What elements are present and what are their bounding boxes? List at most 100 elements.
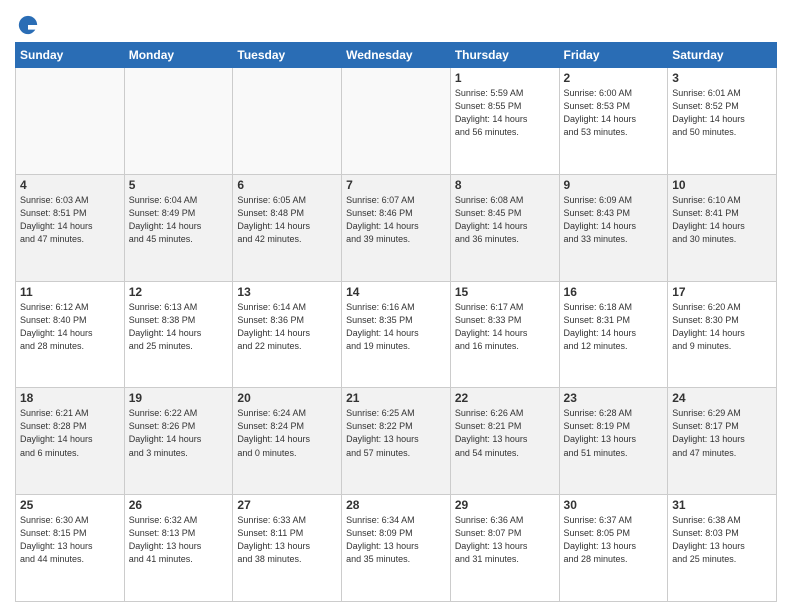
col-header-saturday: Saturday bbox=[668, 43, 777, 68]
day-number: 26 bbox=[129, 498, 229, 512]
day-info: Sunrise: 6:36 AMSunset: 8:07 PMDaylight:… bbox=[455, 514, 555, 566]
day-info: Sunrise: 6:21 AMSunset: 8:28 PMDaylight:… bbox=[20, 407, 120, 459]
calendar-cell: 29 Sunrise: 6:36 AMSunset: 8:07 PMDayligh… bbox=[450, 495, 559, 602]
day-number: 3 bbox=[672, 71, 772, 85]
day-number: 31 bbox=[672, 498, 772, 512]
day-number: 13 bbox=[237, 285, 337, 299]
logo-icon bbox=[17, 14, 39, 36]
calendar-cell: 12Sunrise: 6:13 AMSunset: 8:38 PMDayligh… bbox=[124, 281, 233, 388]
calendar-cell: 17 Sunrise: 6:20 AMSunset: 8:30 PMDayligh… bbox=[668, 281, 777, 388]
calendar-cell: 7 Sunrise: 6:07 AMSunset: 8:46 PMDaylight… bbox=[342, 174, 451, 281]
day-number: 17 bbox=[672, 285, 772, 299]
calendar-cell: 26 Sunrise: 6:32 AMSunset: 8:13 PMDayligh… bbox=[124, 495, 233, 602]
calendar-cell: 30Sunrise: 6:37 AMSunset: 8:05 PMDayligh… bbox=[559, 495, 668, 602]
day-number: 9 bbox=[564, 178, 664, 192]
calendar-cell: 16 Sunrise: 6:18 AMSunset: 8:31 PMDayligh… bbox=[559, 281, 668, 388]
day-info: Sunrise: 6:09 AMSunset: 8:43 PMDaylight:… bbox=[564, 194, 664, 246]
day-number: 10 bbox=[672, 178, 772, 192]
calendar-cell: 5 Sunrise: 6:04 AMSunset: 8:49 PMDaylight… bbox=[124, 174, 233, 281]
calendar-cell bbox=[16, 68, 125, 175]
col-header-sunday: Sunday bbox=[16, 43, 125, 68]
day-number: 22 bbox=[455, 391, 555, 405]
day-number: 15 bbox=[455, 285, 555, 299]
day-info: Sunrise: 6:03 AMSunset: 8:51 PMDaylight:… bbox=[20, 194, 120, 246]
day-info: Sunrise: 6:16 AMSunset: 8:35 PMDaylight:… bbox=[346, 301, 446, 353]
calendar-cell: 14 Sunrise: 6:16 AMSunset: 8:35 PMDayligh… bbox=[342, 281, 451, 388]
calendar-cell: 28 Sunrise: 6:34 AMSunset: 8:09 PMDayligh… bbox=[342, 495, 451, 602]
calendar-cell: 19 Sunrise: 6:22 AMSunset: 8:26 PMDayligh… bbox=[124, 388, 233, 495]
calendar-cell: 22 Sunrise: 6:26 AMSunset: 8:21 PMDayligh… bbox=[450, 388, 559, 495]
day-number: 14 bbox=[346, 285, 446, 299]
day-info: Sunrise: 6:38 AMSunset: 8:03 PMDaylight:… bbox=[672, 514, 772, 566]
calendar-cell: 31 Sunrise: 6:38 AMSunset: 8:03 PMDayligh… bbox=[668, 495, 777, 602]
day-info: Sunrise: 6:24 AMSunset: 8:24 PMDaylight:… bbox=[237, 407, 337, 459]
day-number: 8 bbox=[455, 178, 555, 192]
day-info: Sunrise: 6:33 AMSunset: 8:11 PMDaylight:… bbox=[237, 514, 337, 566]
calendar-cell: 10 Sunrise: 6:10 AMSunset: 8:41 PMDayligh… bbox=[668, 174, 777, 281]
calendar-cell bbox=[233, 68, 342, 175]
day-number: 6 bbox=[237, 178, 337, 192]
day-number: 27 bbox=[237, 498, 337, 512]
day-info: Sunrise: 6:25 AMSunset: 8:22 PMDaylight:… bbox=[346, 407, 446, 459]
calendar-cell: 27 Sunrise: 6:33 AMSunset: 8:11 PMDayligh… bbox=[233, 495, 342, 602]
col-header-thursday: Thursday bbox=[450, 43, 559, 68]
day-number: 25 bbox=[20, 498, 120, 512]
logo bbox=[15, 14, 39, 36]
calendar-cell: 11Sunrise: 6:12 AMSunset: 8:40 PMDayligh… bbox=[16, 281, 125, 388]
calendar-week-row: 1Sunrise: 5:59 AMSunset: 8:55 PMDaylight… bbox=[16, 68, 777, 175]
day-number: 30 bbox=[564, 498, 664, 512]
day-number: 4 bbox=[20, 178, 120, 192]
day-number: 16 bbox=[564, 285, 664, 299]
day-info: Sunrise: 6:04 AMSunset: 8:49 PMDaylight:… bbox=[129, 194, 229, 246]
day-number: 1 bbox=[455, 71, 555, 85]
day-number: 29 bbox=[455, 498, 555, 512]
day-info: Sunrise: 6:34 AMSunset: 8:09 PMDaylight:… bbox=[346, 514, 446, 566]
day-number: 28 bbox=[346, 498, 446, 512]
day-number: 21 bbox=[346, 391, 446, 405]
col-header-wednesday: Wednesday bbox=[342, 43, 451, 68]
day-info: Sunrise: 6:05 AMSunset: 8:48 PMDaylight:… bbox=[237, 194, 337, 246]
calendar-cell bbox=[124, 68, 233, 175]
day-info: Sunrise: 6:12 AMSunset: 8:40 PMDaylight:… bbox=[20, 301, 120, 353]
day-info: Sunrise: 6:18 AMSunset: 8:31 PMDaylight:… bbox=[564, 301, 664, 353]
day-number: 2 bbox=[564, 71, 664, 85]
col-header-monday: Monday bbox=[124, 43, 233, 68]
day-info: Sunrise: 6:14 AMSunset: 8:36 PMDaylight:… bbox=[237, 301, 337, 353]
day-number: 18 bbox=[20, 391, 120, 405]
calendar-cell: 15Sunrise: 6:17 AMSunset: 8:33 PMDayligh… bbox=[450, 281, 559, 388]
day-info: Sunrise: 6:00 AMSunset: 8:53 PMDaylight:… bbox=[564, 87, 664, 139]
calendar-header-row: SundayMondayTuesdayWednesdayThursdayFrid… bbox=[16, 43, 777, 68]
day-info: Sunrise: 6:28 AMSunset: 8:19 PMDaylight:… bbox=[564, 407, 664, 459]
day-info: Sunrise: 6:08 AMSunset: 8:45 PMDaylight:… bbox=[455, 194, 555, 246]
day-number: 5 bbox=[129, 178, 229, 192]
calendar-week-row: 4 Sunrise: 6:03 AMSunset: 8:51 PMDaylight… bbox=[16, 174, 777, 281]
day-info: Sunrise: 6:32 AMSunset: 8:13 PMDaylight:… bbox=[129, 514, 229, 566]
calendar-week-row: 11Sunrise: 6:12 AMSunset: 8:40 PMDayligh… bbox=[16, 281, 777, 388]
calendar-cell: 13 Sunrise: 6:14 AMSunset: 8:36 PMDayligh… bbox=[233, 281, 342, 388]
calendar-cell: 23 Sunrise: 6:28 AMSunset: 8:19 PMDayligh… bbox=[559, 388, 668, 495]
calendar-table: SundayMondayTuesdayWednesdayThursdayFrid… bbox=[15, 42, 777, 602]
calendar-week-row: 25Sunrise: 6:30 AMSunset: 8:15 PMDayligh… bbox=[16, 495, 777, 602]
calendar-cell: 25Sunrise: 6:30 AMSunset: 8:15 PMDayligh… bbox=[16, 495, 125, 602]
day-number: 7 bbox=[346, 178, 446, 192]
day-info: Sunrise: 6:26 AMSunset: 8:21 PMDaylight:… bbox=[455, 407, 555, 459]
day-number: 23 bbox=[564, 391, 664, 405]
calendar-cell: 9 Sunrise: 6:09 AMSunset: 8:43 PMDaylight… bbox=[559, 174, 668, 281]
day-number: 24 bbox=[672, 391, 772, 405]
calendar-cell: 2 Sunrise: 6:00 AMSunset: 8:53 PMDaylight… bbox=[559, 68, 668, 175]
day-info: Sunrise: 6:07 AMSunset: 8:46 PMDaylight:… bbox=[346, 194, 446, 246]
day-info: Sunrise: 6:20 AMSunset: 8:30 PMDaylight:… bbox=[672, 301, 772, 353]
day-info: Sunrise: 6:29 AMSunset: 8:17 PMDaylight:… bbox=[672, 407, 772, 459]
day-number: 19 bbox=[129, 391, 229, 405]
day-info: Sunrise: 6:10 AMSunset: 8:41 PMDaylight:… bbox=[672, 194, 772, 246]
calendar-cell: 8 Sunrise: 6:08 AMSunset: 8:45 PMDaylight… bbox=[450, 174, 559, 281]
day-info: Sunrise: 6:22 AMSunset: 8:26 PMDaylight:… bbox=[129, 407, 229, 459]
header bbox=[15, 10, 777, 36]
col-header-friday: Friday bbox=[559, 43, 668, 68]
col-header-tuesday: Tuesday bbox=[233, 43, 342, 68]
calendar-cell bbox=[342, 68, 451, 175]
day-info: Sunrise: 6:13 AMSunset: 8:38 PMDaylight:… bbox=[129, 301, 229, 353]
calendar-cell: 6 Sunrise: 6:05 AMSunset: 8:48 PMDaylight… bbox=[233, 174, 342, 281]
calendar-cell: 21 Sunrise: 6:25 AMSunset: 8:22 PMDayligh… bbox=[342, 388, 451, 495]
day-info: Sunrise: 6:01 AMSunset: 8:52 PMDaylight:… bbox=[672, 87, 772, 139]
